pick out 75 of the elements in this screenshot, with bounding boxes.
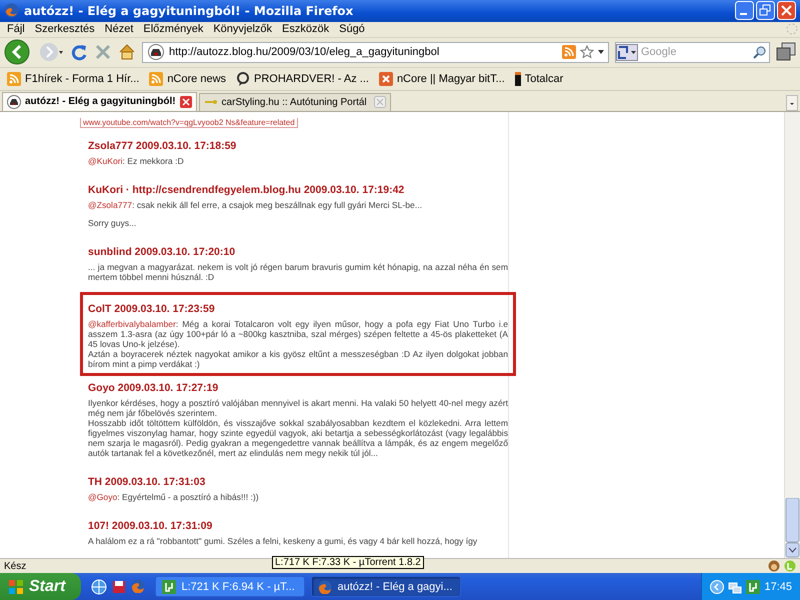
- bookmark[interactable]: PROHARDVER! - Az ...: [233, 72, 372, 86]
- menu-item[interactable]: Fájl: [2, 23, 30, 36]
- reply-link[interactable]: @Goyo: [88, 492, 118, 502]
- windows-flag-icon: [8, 578, 24, 594]
- tab-list-icon[interactable]: [786, 94, 798, 111]
- bookmark-label[interactable]: PROHARDVER! - Az ...: [254, 73, 369, 86]
- clock: 17:45: [764, 580, 792, 592]
- reply-link[interactable]: @KuKori: [88, 156, 123, 166]
- comment-text: @kafferbivalybalamber: Még a korai Totalcaron volt egy ilyen műsor, hogy a pofa egy Fiat Uno Turbo i.e asszem 1.3-asra (az úgy 100+pár ló a ~800kg kasztniba, szal mérges) szépen feltette a 45-ös plaketteket (A 45 lovas Uno-k jelzése). Aztán a boyracerek néztek nagyokat amikor a kis gyösz eltűnt a messzeségban :D Az ilyen dolgokat jobban bírom mint a pimp verdákat :): [88, 318, 508, 369]
- status-text: Kész: [4, 560, 26, 572]
- menu-item[interactable]: Súgó: [334, 23, 370, 36]
- menu-item[interactable]: Szerkesztés: [30, 23, 100, 36]
- reply-link[interactable]: @kafferbivalybalamber: [88, 318, 176, 329]
- address-field[interactable]: http://autozz.blog.hu/2009/03/10/eleg_a_gagyituningbol: [142, 42, 609, 63]
- comment-heading: KuKori · http://csendrendfegyelem.blog.hu 2009.03.10. 17:19:42: [88, 184, 406, 196]
- comment-heading: 107! 2009.03.10. 17:31:09: [88, 520, 214, 532]
- comment-text: ... ja megvan a magyarázat. nekem is volt jó régen barum bravuris gumim két hónapig, na azzal néha én sem mertem többel menni húsznál. :D: [88, 262, 508, 282]
- bookmark[interactable]: nCore news: [146, 72, 230, 86]
- window-title: autózz! - Elég a gagyituningból! - Mozilla Firefox: [24, 4, 354, 18]
- search-icon[interactable]: [753, 46, 766, 59]
- comment-text: @KuKori: Ez mekkora :D: [88, 156, 185, 166]
- comment-text: @Zsola777: csak nekik áll fel erre, a csajok meg beszállnak egy full gyári Merci SL-be...: [88, 200, 423, 210]
- bookmark[interactable]: Totalcar: [512, 72, 566, 86]
- torrent-icon: [162, 580, 176, 594]
- rss-icon: [7, 72, 21, 86]
- reply-link[interactable]: @Zsola777: [88, 200, 132, 210]
- minimize-icon[interactable]: [735, 1, 754, 20]
- bookmark[interactable]: F1hírek - Forma 1 Hír...: [4, 72, 142, 86]
- menu-item[interactable]: Könyvjelzők: [208, 23, 278, 36]
- reload-icon[interactable]: [70, 43, 88, 62]
- bookmark[interactable]: nCore || Magyar bitT...: [376, 72, 508, 86]
- start-button[interactable]: Start: [0, 573, 82, 600]
- search-field[interactable]: Google: [615, 42, 770, 63]
- bookmark-label[interactable]: Totalcar: [524, 73, 564, 86]
- comment-heading: TH 2009.03.10. 17:31:03: [88, 476, 206, 488]
- car-icon: [7, 94, 21, 109]
- menu-item[interactable]: Előzmények: [138, 23, 208, 36]
- comment-heading: sunblind 2009.03.10. 17:20:10: [88, 246, 236, 258]
- comment-heading: Zsola777 2009.03.10. 17:18:59: [88, 140, 238, 152]
- comment-heading: Goyo 2009.03.10. 17:27:19: [88, 382, 220, 394]
- rss-icon[interactable]: [562, 45, 576, 60]
- tab[interactable]: autózz! - Elég a gagyituningból!: [2, 92, 197, 111]
- star-icon[interactable]: [580, 45, 594, 60]
- taskbar-button[interactable]: L:721 K F:6.94 K - µT...: [155, 576, 306, 597]
- throbber-icon: [786, 23, 798, 36]
- menu-item[interactable]: Eszközök: [277, 23, 334, 36]
- restore-icon[interactable]: [756, 1, 775, 20]
- firefox-icon: [318, 580, 332, 594]
- taskbar-button[interactable]: autózz! - Elég a gagyi...: [311, 576, 462, 597]
- comment-text: @Goyo: Egyértelmű - a posztíró a hibás!!! :)): [88, 492, 260, 502]
- x-logo-icon: [378, 72, 393, 86]
- globe-icon[interactable]: [91, 578, 108, 594]
- comment-link[interactable]: www.youtube.com/watch?v=qgLvyoob2 Ns&feature=related: [80, 118, 298, 128]
- menu-item[interactable]: Nézet: [100, 23, 138, 36]
- home-icon[interactable]: [118, 43, 136, 62]
- comment-heading: ColT 2009.03.10. 17:23:59: [88, 302, 216, 315]
- speech-bubble-icon: [236, 72, 250, 86]
- tooltip: L:717 K F:7.33 K - µTorrent 1.8.2: [272, 556, 424, 570]
- firefox-icon[interactable]: [131, 578, 146, 592]
- bookmark-label[interactable]: nCore || Magyar bitT...: [396, 73, 505, 86]
- rss-icon: [149, 72, 164, 86]
- close-icon[interactable]: [180, 96, 192, 108]
- comment-text: Ilyenkor kérdéses, hogy a posztíró valójában mennyivel is akart menni. Ha valaki 50 helyett 40-nel megy azért még nem jár főbelövés szerintem. Hosszabb időt töltöttem külföldön, és visszajőve sokkal szabályosabban kezdtem el közlekedni. Arra lettem figyelmes viszonylag hamar, hogy szinte egyedül vagyok, aki betartja a sebességkorlátozást (vagy legalábbis nem szarja le magasról). Pedig gyakran a megengedettre vannak beállítva a lámpák, és az engem megelőző autók tartanak fel a következőnél, mert az elindulás nem megy nekik túl jól...: [88, 398, 508, 458]
- firefox-icon: [4, 3, 19, 18]
- bar-icon: [514, 72, 521, 86]
- bookmark-label[interactable]: F1hírek - Forma 1 Hír...: [25, 73, 140, 86]
- bookmark-label[interactable]: nCore news: [167, 73, 226, 86]
- tab[interactable]: carStyling.hu :: Autótuning Portál: [198, 92, 391, 111]
- scrollbar-thumb-icon[interactable]: [785, 498, 800, 558]
- car-icon: [147, 44, 165, 60]
- network-icon[interactable]: [728, 580, 742, 594]
- dropdown-icon[interactable]: [598, 50, 604, 54]
- comment-text: A halálom ez a rá "robbantott" gumi. Széles a felni, keskeny a gumi, és vagy 4 bár kell hozzá, hogy így: [88, 536, 478, 546]
- comment-text: Sorry guys...: [88, 218, 138, 228]
- torrent-icon: [746, 580, 760, 594]
